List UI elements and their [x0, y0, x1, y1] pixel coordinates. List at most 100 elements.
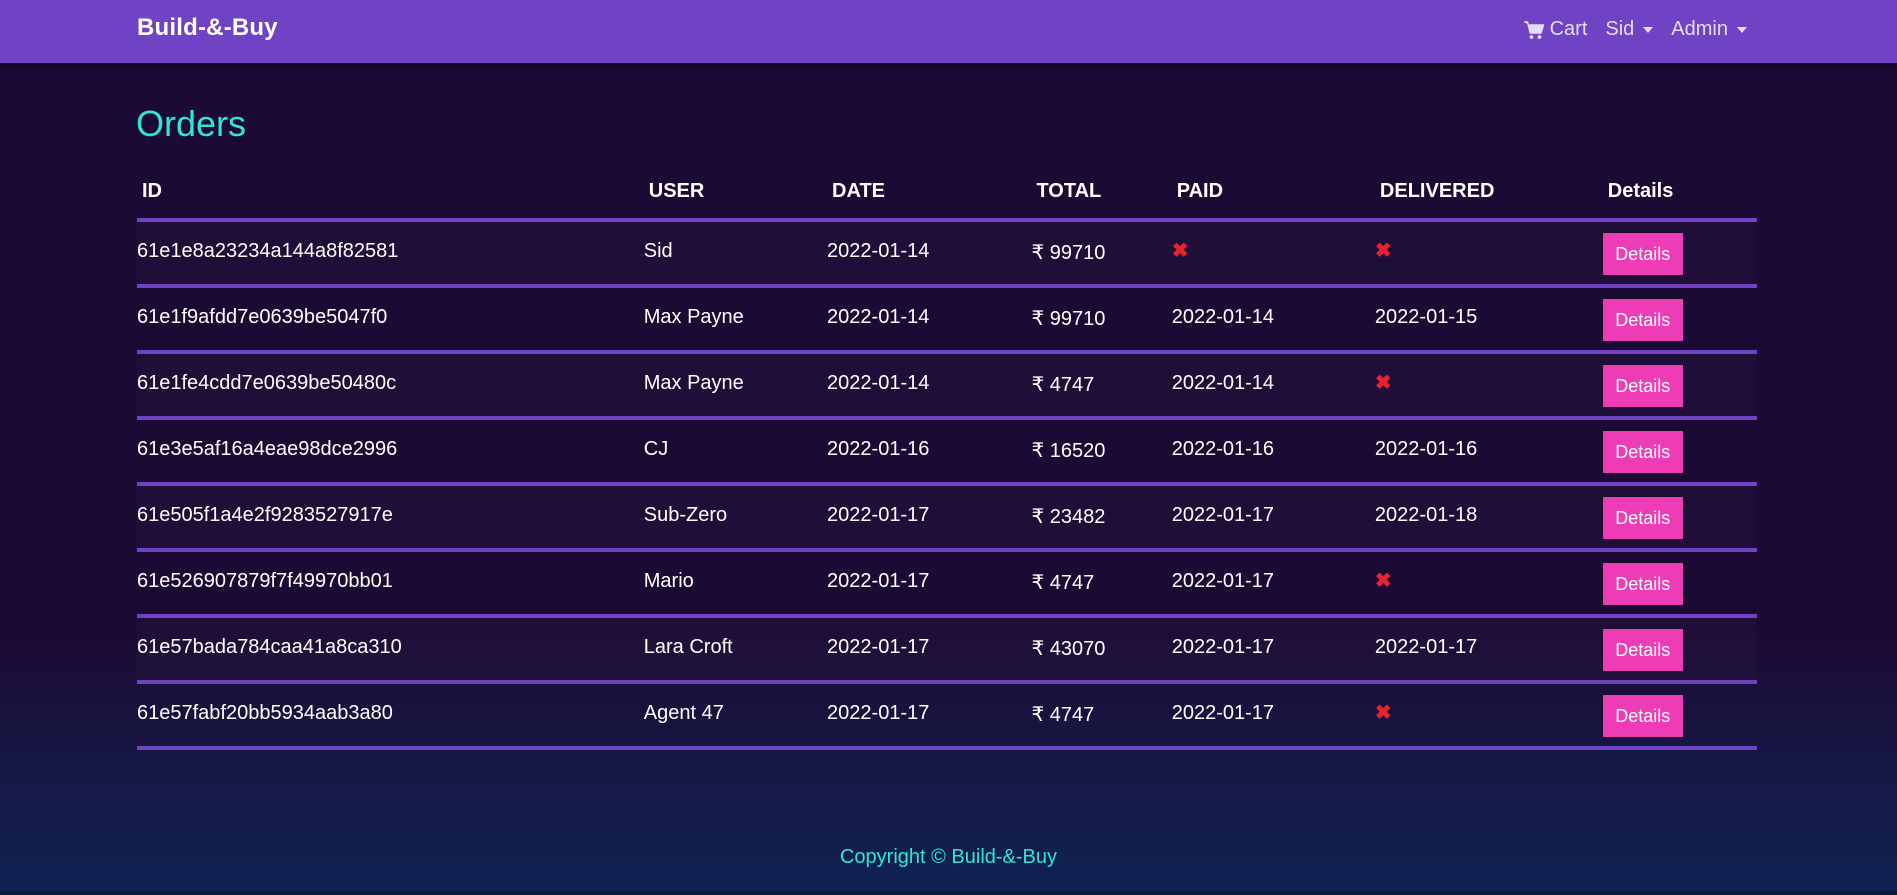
header-details: Details [1602, 180, 1757, 222]
order-total: ₹ 23482 [1031, 484, 1172, 552]
cart-label: Cart [1549, 18, 1588, 40]
order-paid-date: 2022-01-17 [1171, 616, 1375, 684]
order-delivered-date: 2022-01-16 [1374, 418, 1603, 486]
order-total: ₹ 99710 [1031, 220, 1172, 288]
order-user: Max Payne [643, 352, 828, 420]
table-row: 61e1f9afdd7e0639be5047f0 Max Payne 2022-01… [137, 286, 1757, 354]
order-details-cell: Details [1602, 550, 1757, 618]
cart-link[interactable]: Cart [1523, 18, 1588, 41]
chevron-down-icon [1643, 26, 1654, 33]
times-icon: ✖ [1374, 702, 1392, 724]
order-paid-date: 2022-01-14 [1171, 286, 1375, 354]
details-button[interactable]: Details [1602, 695, 1683, 737]
header-paid: PAID [1171, 180, 1375, 222]
order-id: 61e57fabf20bb5934aab3a80 [137, 682, 644, 750]
table-row: 61e57fabf20bb5934aab3a80 Agent 47 2022-01-… [137, 682, 1757, 750]
nav-right: Cart Sid Admin [1523, 18, 1747, 41]
header-delivered: DELIVERED [1374, 180, 1603, 222]
navbar: Build-&-Buy Cart Sid Admin [0, 0, 1897, 63]
order-user: Max Payne [643, 286, 828, 354]
order-total: ₹ 4747 [1031, 682, 1172, 750]
cart-icon [1523, 20, 1545, 40]
details-button[interactable]: Details [1602, 431, 1683, 473]
order-delivered-date: 2022-01-18 [1374, 484, 1603, 552]
header-user: USER [643, 180, 828, 222]
order-id: 61e57bada784caa41a8ca310 [137, 616, 644, 684]
table-header-row: ID USER DATE TOTAL PAID DELIVERED Detail… [137, 180, 1757, 222]
orders-table: ID USER DATE TOTAL PAID DELIVERED Detail… [137, 180, 1757, 750]
details-button[interactable]: Details [1602, 365, 1683, 407]
header-date: DATE [827, 180, 1032, 222]
order-user: CJ [643, 418, 828, 486]
order-date: 2022-01-17 [827, 616, 1032, 684]
admin-menu-label: Admin [1671, 18, 1728, 40]
order-paid-status: ✖ [1171, 220, 1375, 288]
order-total: ₹ 4747 [1031, 550, 1172, 618]
orders-body: 61e1e8a23234a144a8f82581 Sid 2022-01-14 ₹ 9… [137, 220, 1757, 750]
order-user: Lara Croft [643, 616, 828, 684]
times-icon: ✖ [1374, 570, 1392, 592]
footer-copyright: Copyright © Build-&-Buy [839, 846, 1058, 868]
order-delivered-status: ✖ [1374, 352, 1603, 420]
order-total: ₹ 4747 [1031, 352, 1172, 420]
brand-logo[interactable]: Build-&-Buy [137, 14, 278, 42]
order-date: 2022-01-17 [827, 550, 1032, 618]
details-button[interactable]: Details [1602, 497, 1683, 539]
order-id: 61e1fe4cdd7e0639be50480c [137, 352, 644, 420]
page-title: Orders [136, 103, 247, 144]
order-delivered-status: ✖ [1374, 550, 1603, 618]
bottom-strip [0, 891, 1897, 895]
table-row: 61e1e8a23234a144a8f82581 Sid 2022-01-14 ₹ 9… [137, 220, 1757, 288]
order-date: 2022-01-17 [827, 484, 1032, 552]
order-date: 2022-01-14 [827, 352, 1032, 420]
order-paid-date: 2022-01-17 [1171, 682, 1375, 750]
order-delivered-date: 2022-01-17 [1374, 616, 1603, 684]
order-details-cell: Details [1602, 616, 1757, 684]
user-menu-dropdown[interactable]: Sid [1605, 18, 1654, 41]
order-delivered-status: ✖ [1374, 220, 1603, 288]
table-row: 61e505f1a4e2f9283527917e Sub-Zero 2022-01-… [137, 484, 1757, 552]
order-date: 2022-01-17 [827, 682, 1032, 750]
table-row: 61e57bada784caa41a8ca310 Lara Croft 2022-0… [137, 616, 1757, 684]
order-id: 61e526907879f7f49970bb01 [137, 550, 644, 618]
user-menu-label: Sid [1605, 18, 1635, 40]
order-details-cell: Details [1602, 220, 1757, 288]
order-total: ₹ 43070 [1031, 616, 1172, 684]
times-icon: ✖ [1374, 240, 1392, 262]
times-icon: ✖ [1171, 240, 1189, 262]
chevron-down-icon [1737, 26, 1747, 33]
order-user: Agent 47 [643, 682, 828, 750]
order-delivered-status: ✖ [1374, 682, 1603, 750]
order-date: 2022-01-14 [827, 286, 1032, 354]
order-total: ₹ 16520 [1031, 418, 1172, 486]
order-details-cell: Details [1602, 682, 1757, 750]
order-details-cell: Details [1602, 352, 1757, 420]
order-paid-date: 2022-01-14 [1171, 352, 1375, 420]
order-id: 61e1f9afdd7e0639be5047f0 [137, 286, 644, 354]
order-user: Sub-Zero [643, 484, 828, 552]
order-date: 2022-01-14 [827, 220, 1032, 288]
order-paid-date: 2022-01-17 [1171, 484, 1375, 552]
table-row: 61e3e5af16a4eae98dce2996 CJ 2022-01-16 ₹ 16… [137, 418, 1757, 486]
order-delivered-date: 2022-01-15 [1374, 286, 1603, 354]
table-row: 61e1fe4cdd7e0639be50480c Max Payne 2022-01… [137, 352, 1757, 420]
header-id: ID [137, 180, 644, 222]
order-user: Sid [643, 220, 828, 288]
order-details-cell: Details [1602, 484, 1757, 552]
order-user: Mario [643, 550, 828, 618]
order-details-cell: Details [1602, 286, 1757, 354]
order-paid-date: 2022-01-16 [1171, 418, 1375, 486]
order-id: 61e3e5af16a4eae98dce2996 [137, 418, 644, 486]
header-total: TOTAL [1031, 180, 1172, 222]
order-date: 2022-01-16 [827, 418, 1032, 486]
order-id: 61e505f1a4e2f9283527917e [137, 484, 644, 552]
details-button[interactable]: Details [1602, 629, 1683, 671]
details-button[interactable]: Details [1602, 299, 1683, 341]
details-button[interactable]: Details [1602, 563, 1683, 605]
order-id: 61e1e8a23234a144a8f82581 [137, 220, 644, 288]
order-total: ₹ 99710 [1031, 286, 1172, 354]
details-button[interactable]: Details [1602, 233, 1683, 275]
table-row: 61e526907879f7f49970bb01 Mario 2022-01-17 ₹… [137, 550, 1757, 618]
order-details-cell: Details [1602, 418, 1757, 486]
admin-menu-dropdown[interactable]: Admin [1671, 18, 1747, 41]
